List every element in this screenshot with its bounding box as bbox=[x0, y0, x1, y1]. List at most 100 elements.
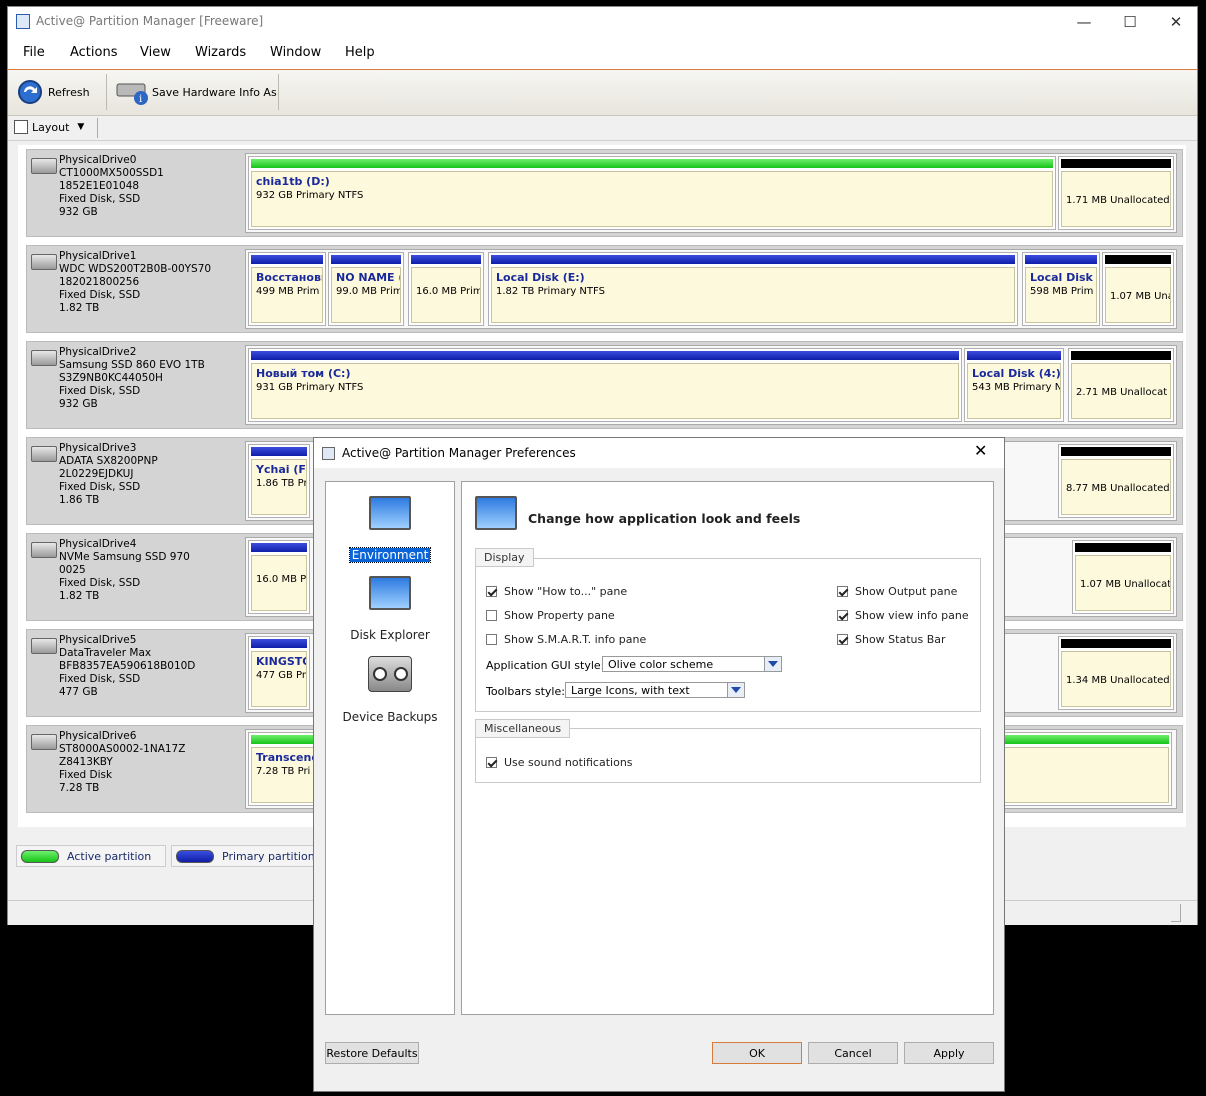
partition-type-bar bbox=[251, 255, 323, 264]
partition-type-bar bbox=[251, 639, 307, 648]
refresh-button[interactable]: Refresh bbox=[16, 74, 90, 110]
partition-body: Новый том (C:) 931 GB Primary NTFS bbox=[251, 363, 959, 419]
layout-dropdown[interactable]: Layout ▼ bbox=[14, 120, 84, 134]
partition[interactable]: Local Disk (3 598 MB Prim bbox=[1022, 252, 1100, 326]
drive-row[interactable]: PhysicalDrive0 CT1000MX500SSD1 1852E1E0104… bbox=[26, 149, 1183, 237]
toolbar-style-select[interactable]: Large Icons, with text bbox=[565, 682, 745, 698]
partition[interactable]: Local Disk (4:) 543 MB Primary N bbox=[964, 348, 1064, 422]
ok-button[interactable]: OK bbox=[712, 1042, 802, 1064]
disk-drive-icon bbox=[31, 350, 57, 366]
partition-type-bar bbox=[251, 543, 307, 552]
partition-name: KINGSTON bbox=[256, 655, 306, 668]
menu-file[interactable]: File bbox=[23, 45, 45, 60]
checkbox-box bbox=[486, 586, 497, 597]
checkbox-label: Show Output pane bbox=[855, 585, 958, 598]
nav-disk-explorer[interactable]: Disk Explorer bbox=[326, 576, 454, 642]
layout-bar: Layout ▼ bbox=[8, 116, 1197, 141]
partition-description: 1.34 MB Unallocated bbox=[1066, 674, 1170, 686]
partition-description: 1.86 TB Pri bbox=[256, 478, 307, 489]
drive-details: PhysicalDrive4 NVMe Samsung SSD 970 0025 Fi… bbox=[59, 538, 190, 603]
partition-body: Local Disk (3 598 MB Prim bbox=[1025, 267, 1097, 323]
legend-primary: Primary partition bbox=[171, 845, 321, 867]
drive-row[interactable]: PhysicalDrive1 WDC WDS200T2B0B-00YS70 1820… bbox=[26, 245, 1183, 333]
dialog-close-button[interactable]: ✕ bbox=[974, 441, 987, 460]
checkbox-label: Show "How to..." pane bbox=[504, 585, 628, 598]
cancel-button[interactable]: Cancel bbox=[808, 1042, 898, 1064]
unallocated-space[interactable]: 1.07 MB Unallocat bbox=[1072, 540, 1174, 614]
save-hardware-info-button[interactable]: i Save Hardware Info As bbox=[116, 74, 277, 110]
unallocated-space[interactable]: 2.71 MB Unallocat bbox=[1068, 348, 1174, 422]
show-smart-checkbox[interactable]: Show S.M.A.R.T. info pane bbox=[486, 633, 646, 646]
drive-detail-line: Samsung SSD 860 EVO 1TB bbox=[59, 359, 205, 371]
partition-body: 16.0 MB Prim bbox=[411, 267, 481, 323]
partition[interactable]: Ychai (F:) 1.86 TB Pri bbox=[248, 444, 310, 518]
unallocated-space[interactable]: 1.71 MB Unallocated bbox=[1058, 156, 1174, 230]
drive-row[interactable]: PhysicalDrive2 Samsung SSD 860 EVO 1TB S3Z… bbox=[26, 341, 1183, 429]
show-property-checkbox[interactable]: Show Property pane bbox=[486, 609, 615, 622]
drive-detail-line: PhysicalDrive5 bbox=[59, 634, 137, 646]
drive-detail-line: PhysicalDrive4 bbox=[59, 538, 137, 550]
partition-description: 499 MB Prim bbox=[256, 286, 320, 297]
layout-icon bbox=[14, 120, 28, 134]
partition[interactable]: 16.0 MB Prim bbox=[408, 252, 484, 326]
drive-detail-line: Fixed Disk, SSD bbox=[59, 577, 141, 589]
checkbox-label: Show S.M.A.R.T. info pane bbox=[504, 633, 647, 646]
close-button[interactable]: ✕ bbox=[1153, 7, 1199, 37]
menu-help[interactable]: Help bbox=[345, 45, 375, 60]
partition-name: Новый том (C:) bbox=[256, 367, 351, 380]
partition[interactable]: Восстанови 499 MB Prim bbox=[248, 252, 326, 326]
app-icon bbox=[16, 14, 30, 29]
partition[interactable]: NO NAME (2: 99.0 MB Prim bbox=[328, 252, 404, 326]
disk-drive-icon bbox=[31, 542, 57, 558]
drive-details: PhysicalDrive2 Samsung SSD 860 EVO 1TB S3Z… bbox=[59, 346, 205, 411]
apply-button[interactable]: Apply bbox=[904, 1042, 994, 1064]
resize-grip[interactable] bbox=[1171, 904, 1181, 922]
gui-style-label: Application GUI style: bbox=[486, 659, 605, 672]
show-statusbar-checkbox[interactable]: Show Status Bar bbox=[837, 633, 946, 646]
menu-wizards[interactable]: Wizards bbox=[195, 45, 246, 60]
nav-environment[interactable]: Environment bbox=[326, 496, 454, 563]
menu-actions[interactable]: Actions bbox=[70, 45, 118, 60]
partition[interactable]: Local Disk (E:) 1.82 TB Primary NTFS bbox=[488, 252, 1018, 326]
gauges-icon bbox=[368, 656, 412, 692]
disk-drive-icon bbox=[31, 638, 57, 654]
maximize-button[interactable]: ☐ bbox=[1107, 7, 1153, 37]
menu-view[interactable]: View bbox=[140, 45, 171, 60]
partition[interactable]: chia1tb (D:) 932 GB Primary NTFS bbox=[248, 156, 1056, 230]
show-output-checkbox[interactable]: Show Output pane bbox=[837, 585, 957, 598]
preferences-panel: Change how application look and feels Di… bbox=[461, 481, 994, 1015]
show-viewinfo-checkbox[interactable]: Show view info pane bbox=[837, 609, 969, 622]
menu-window[interactable]: Window bbox=[270, 45, 321, 60]
partition[interactable]: KINGSTON 477 GB Prir bbox=[248, 636, 310, 710]
unallocated-space[interactable]: 1.07 MB Una bbox=[1102, 252, 1174, 326]
nav-device-backups[interactable]: Device Backups bbox=[326, 656, 454, 724]
checkbox-box bbox=[486, 634, 497, 645]
partition[interactable]: 16.0 MB Pri bbox=[248, 540, 310, 614]
sound-notifications-checkbox[interactable]: Use sound notifications bbox=[486, 756, 633, 769]
partition-type-bar bbox=[1061, 447, 1171, 456]
nav-disk-explorer-label: Disk Explorer bbox=[350, 628, 430, 642]
checkbox-box bbox=[837, 610, 848, 621]
partition[interactable]: Новый том (C:) 931 GB Primary NTFS bbox=[248, 348, 962, 422]
drive-detail-line: 932 GB bbox=[59, 206, 98, 218]
checkbox-label: Show Property pane bbox=[504, 609, 615, 622]
minimize-button[interactable]: — bbox=[1061, 7, 1107, 37]
gui-style-select[interactable]: Olive color scheme bbox=[602, 656, 782, 672]
restore-defaults-button[interactable]: Restore Defaults bbox=[325, 1042, 419, 1064]
drive-details: PhysicalDrive5 DataTraveler Max BFB8357EA5… bbox=[59, 634, 195, 699]
partition-body: 8.77 MB Unallocated bbox=[1061, 459, 1171, 515]
unallocated-space[interactable]: 8.77 MB Unallocated bbox=[1058, 444, 1174, 518]
layout-label: Layout bbox=[32, 120, 70, 134]
partition-type-bar bbox=[1061, 639, 1171, 648]
partition-description: 16.0 MB Prim bbox=[416, 286, 481, 297]
show-howto-checkbox[interactable]: Show "How to..." pane bbox=[486, 585, 627, 598]
checkbox-box bbox=[837, 586, 848, 597]
partition-body: 16.0 MB Pri bbox=[251, 555, 307, 611]
drive-detail-line: Fixed Disk, SSD bbox=[59, 385, 141, 397]
monitor-icon bbox=[369, 576, 411, 610]
active-swatch bbox=[21, 849, 59, 863]
partition-type-bar bbox=[1105, 255, 1171, 264]
partition-name: Ychai (F:) bbox=[256, 463, 306, 476]
dialog-app-icon bbox=[322, 447, 335, 460]
unallocated-space[interactable]: 1.34 MB Unallocated bbox=[1058, 636, 1174, 710]
